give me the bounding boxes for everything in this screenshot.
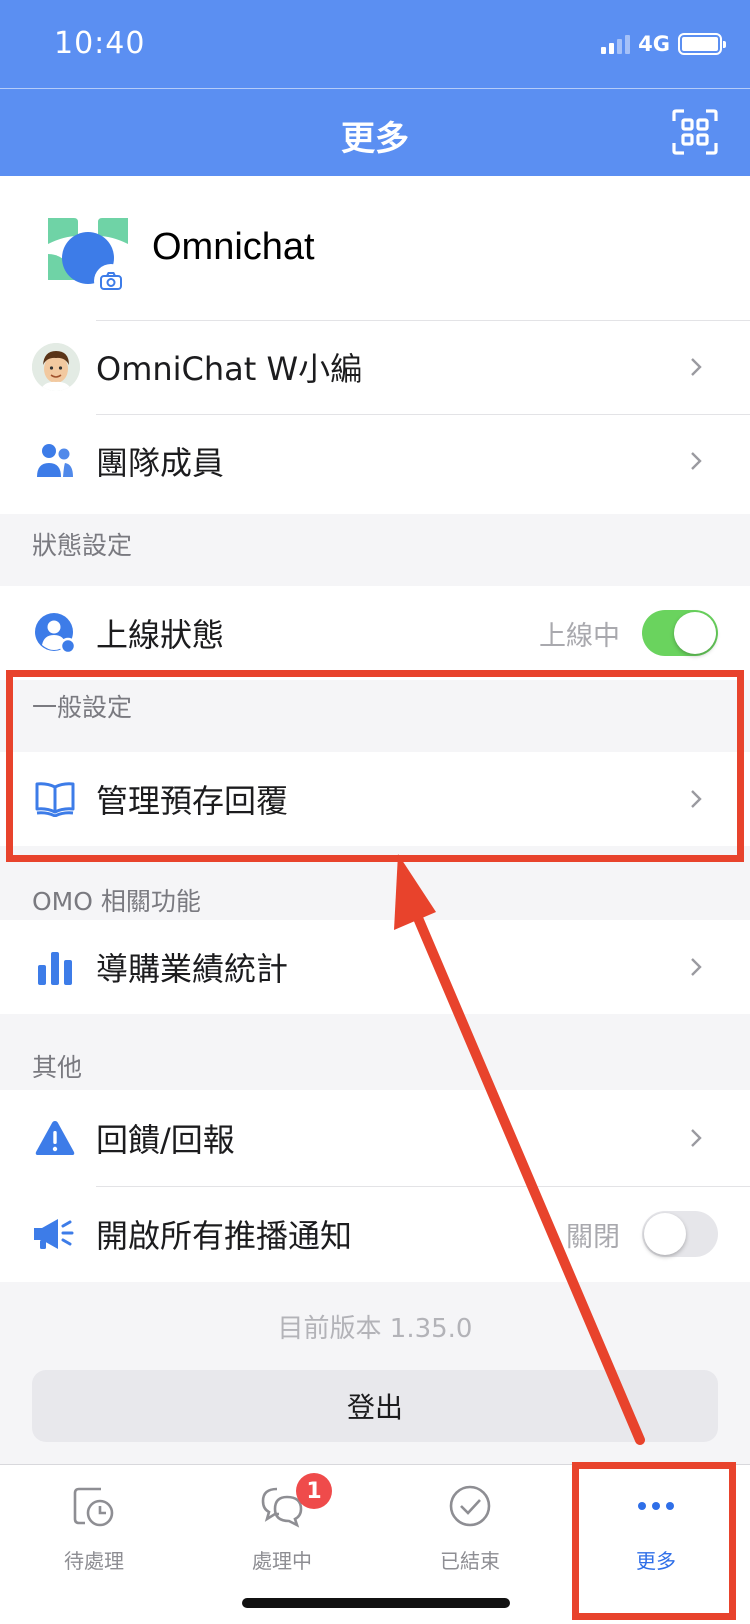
pending-clock-icon — [73, 1487, 114, 1527]
battery-icon — [678, 33, 726, 55]
push-notification-label: 開啟所有推播通知 — [96, 1217, 353, 1255]
chevron-right-icon — [691, 358, 702, 376]
version-text: 目前版本 1.35.0 — [277, 1314, 473, 1344]
general-section: 管理預存回覆 — [0, 752, 750, 846]
other-section-header: 其他 — [32, 1053, 83, 1082]
tab-pending[interactable]: 待處理 — [0, 1465, 188, 1585]
warning-icon — [32, 1115, 78, 1161]
team-members-icon — [32, 438, 78, 484]
bar-chart-icon — [32, 944, 78, 990]
account-row-team[interactable]: 團隊成員 — [0, 414, 750, 508]
tab-processing[interactable]: 1 處理中 — [188, 1465, 376, 1585]
other-section: 回饋/回報 開啟所有推播通知 關閉 — [0, 1090, 750, 1282]
toggle-knob — [644, 1213, 686, 1255]
network-label: 4G — [638, 32, 670, 56]
tab-closed[interactable]: 已結束 — [376, 1465, 564, 1585]
sales-stats-row[interactable]: 導購業績統計 — [0, 920, 750, 1014]
sales-stats-label: 導購業績統計 — [96, 950, 289, 988]
feedback-row[interactable]: 回饋/回報 — [0, 1090, 750, 1186]
avatar-face-icon — [32, 343, 80, 391]
status-section-header: 狀態設定 — [32, 531, 133, 560]
page-title: 更多 — [341, 119, 409, 159]
tab-closed-label: 已結束 — [440, 1549, 500, 1573]
chevron-right-icon — [691, 958, 702, 976]
chevron-right-icon — [691, 1129, 702, 1147]
chevron-right-icon — [691, 790, 702, 808]
tab-processing-label: 處理中 — [252, 1549, 312, 1573]
general-section-header: 一般設定 — [32, 693, 133, 722]
camera-icon[interactable] — [94, 264, 128, 298]
more-dots-icon — [638, 1502, 674, 1510]
push-notification-status: 關閉 — [566, 1221, 620, 1253]
home-indicator — [242, 1598, 510, 1608]
status-section: 上線狀態 上線中 — [0, 586, 750, 680]
megaphone-icon — [32, 1211, 78, 1257]
book-icon — [32, 776, 78, 822]
tab-more-label: 更多 — [636, 1549, 676, 1573]
status-indicators: 4G — [601, 32, 726, 56]
processing-badge: 1 — [296, 1473, 332, 1509]
online-status-row: 上線狀態 上線中 — [0, 586, 750, 680]
check-circle-icon — [449, 1485, 491, 1527]
tab-pending-label: 待處理 — [64, 1549, 124, 1573]
signal-icon — [601, 34, 631, 54]
manage-replies-row[interactable]: 管理預存回覆 — [0, 752, 750, 846]
status-time: 10:40 — [54, 26, 146, 61]
online-status-toggle[interactable] — [642, 610, 718, 656]
manage-replies-label: 管理預存回覆 — [96, 782, 289, 820]
chevron-right-icon — [691, 452, 702, 470]
org-name: Omnichat — [152, 226, 315, 268]
profile-section: Omnichat OmniChat W小編 團隊成員 — [0, 176, 750, 514]
push-notification-row: 開啟所有推播通知 關閉 — [0, 1186, 750, 1282]
toggle-knob — [674, 612, 716, 654]
omo-section-header: OMO 相關功能 — [32, 887, 201, 916]
nav-bar: 更多 — [0, 88, 750, 176]
logout-button[interactable]: 登出 — [32, 1370, 718, 1442]
omo-section: 導購業績統計 — [0, 920, 750, 1014]
account-row-user[interactable]: OmniChat W小編 — [0, 320, 750, 414]
status-bar: 10:40 4G — [0, 0, 750, 88]
user-avatar — [32, 343, 80, 391]
team-members-label: 團隊成員 — [96, 444, 225, 482]
push-notification-toggle[interactable] — [642, 1211, 718, 1257]
online-status-label: 上線狀態 — [96, 616, 225, 654]
user-name-label: OmniChat W小編 — [96, 350, 363, 388]
feedback-label: 回饋/回報 — [96, 1121, 235, 1159]
online-status-value: 上線中 — [539, 620, 620, 652]
tab-more[interactable]: 更多 — [562, 1465, 750, 1585]
qr-scan-icon[interactable] — [672, 109, 718, 155]
org-logo[interactable] — [44, 214, 132, 302]
online-user-icon — [32, 610, 78, 656]
